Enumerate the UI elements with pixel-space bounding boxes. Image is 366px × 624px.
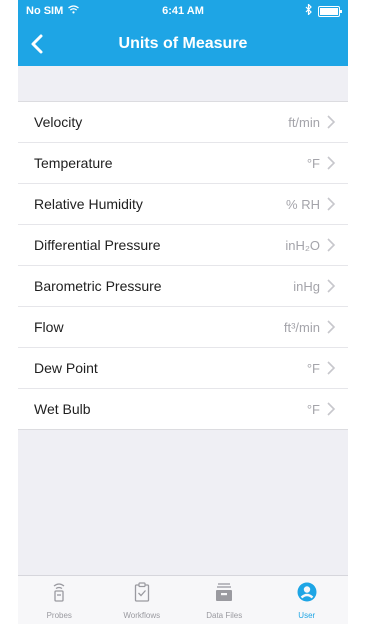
tab-label: User xyxy=(298,611,316,620)
tab-label: Workflows xyxy=(123,611,161,620)
unit-value: % RH xyxy=(286,196,320,212)
unit-label: Velocity xyxy=(34,114,83,130)
unit-row-differential-pressure[interactable]: Differential Pressure inH₂O xyxy=(18,225,348,266)
top-bar: No SIM 6:41 AM Units of Measure xyxy=(18,0,348,66)
tab-probes[interactable]: Probes xyxy=(18,576,101,624)
unit-value: ft³/min xyxy=(283,319,320,335)
chevron-right-icon xyxy=(327,238,336,252)
unit-row-temperature[interactable]: Temperature °F xyxy=(18,143,348,184)
chevron-right-icon xyxy=(327,156,336,170)
data-files-icon xyxy=(215,582,233,607)
chevron-right-icon xyxy=(327,197,336,211)
probe-icon xyxy=(52,582,66,607)
unit-label: Wet Bulb xyxy=(34,401,91,417)
unit-label: Temperature xyxy=(34,155,113,171)
unit-row-barometric-pressure[interactable]: Barometric Pressure inHg xyxy=(18,266,348,307)
status-bar: No SIM 6:41 AM xyxy=(18,0,348,22)
tab-bar: Probes Workflows Data Files User xyxy=(18,575,348,624)
chevron-right-icon xyxy=(327,320,336,334)
unit-label: Differential Pressure xyxy=(34,237,161,253)
battery-icon xyxy=(318,5,342,17)
clipboard-check-icon xyxy=(134,582,150,607)
chevron-right-icon xyxy=(327,279,336,293)
unit-label: Dew Point xyxy=(34,360,98,376)
unit-row-wet-bulb[interactable]: Wet Bulb °F xyxy=(18,389,348,429)
unit-value: °F xyxy=(306,360,320,376)
chevron-right-icon xyxy=(327,115,336,129)
phone-screen: No SIM 6:41 AM Units of Measure Velocity… xyxy=(18,0,348,624)
unit-value: °F xyxy=(306,401,320,417)
chevron-right-icon xyxy=(327,361,336,375)
unit-value: inHg xyxy=(293,278,320,294)
unit-row-velocity[interactable]: Velocity ft/min xyxy=(18,102,348,143)
unit-value: ft/min xyxy=(288,114,320,130)
nav-bar: Units of Measure xyxy=(18,22,348,66)
unit-label: Flow xyxy=(34,319,64,335)
tab-workflows[interactable]: Workflows xyxy=(101,576,184,624)
unit-label: Relative Humidity xyxy=(34,196,143,212)
units-list: Velocity ft/min Temperature °F Relative … xyxy=(18,101,348,430)
unit-label: Barometric Pressure xyxy=(34,278,162,294)
chevron-right-icon xyxy=(327,402,336,416)
unit-row-relative-humidity[interactable]: Relative Humidity % RH xyxy=(18,184,348,225)
user-icon xyxy=(297,582,317,607)
clock: 6:41 AM xyxy=(162,5,204,17)
unit-value: inH₂O xyxy=(285,237,320,253)
status-right xyxy=(305,3,342,18)
bluetooth-icon xyxy=(305,3,312,18)
unit-value: °F xyxy=(306,155,320,171)
unit-row-dew-point[interactable]: Dew Point °F xyxy=(18,348,348,389)
tab-data-files[interactable]: Data Files xyxy=(183,576,266,624)
tab-user[interactable]: User xyxy=(266,576,349,624)
tab-label: Probes xyxy=(46,611,72,620)
page-title: Units of Measure xyxy=(118,35,248,52)
tab-label: Data Files xyxy=(206,611,243,620)
unit-row-flow[interactable]: Flow ft³/min xyxy=(18,307,348,348)
